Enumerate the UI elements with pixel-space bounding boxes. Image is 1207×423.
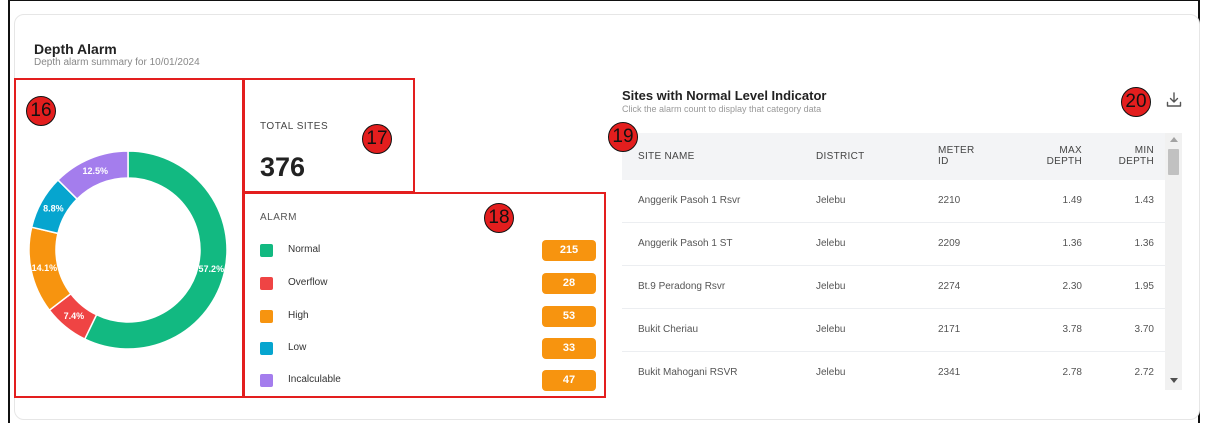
- donut-label-incalculable: 12.5%: [83, 166, 109, 176]
- alarm-name: Overflow: [288, 277, 328, 288]
- download-icon-svg: [1166, 92, 1182, 107]
- alarm-name: Incalculable: [288, 374, 341, 385]
- alarm-name: High: [288, 310, 309, 321]
- cell-site-name: Bt.9 Peradong Rsvr: [638, 281, 726, 292]
- column-header-meter-line1: METER: [938, 145, 975, 156]
- cell-min-depth: 2.72: [1134, 367, 1154, 378]
- cell-meter-id: 2274: [938, 281, 961, 292]
- table-row[interactable]: Anggerik Pasoh 1 Rsvr Jelebu 2210 1.49 1…: [622, 180, 1167, 223]
- column-header-max-depth[interactable]: MAX DEPTH: [1032, 145, 1082, 167]
- cell-meter-id: 2209: [938, 238, 961, 249]
- annotation-badge-20: 20: [1121, 87, 1151, 117]
- annotation-badge-18: 18: [484, 203, 514, 233]
- alarm-row-incalculable: Incalculable 47: [260, 370, 596, 392]
- page-subtitle: Depth alarm summary for 10/01/2024: [34, 57, 200, 68]
- cell-meter-id: 2210: [938, 195, 961, 206]
- table-row[interactable]: Bukit Mahogani RSVR Jelebu 2341 2.78 2.7…: [622, 352, 1167, 390]
- alarm-title: ALARM: [260, 212, 297, 223]
- alarm-count-button[interactable]: 215: [542, 240, 596, 261]
- cell-max-depth: 1.36: [1062, 238, 1082, 249]
- cell-max-depth: 2.30: [1062, 281, 1082, 292]
- alarm-row-high: High 53: [260, 306, 596, 328]
- annotation-badge-19: 19: [608, 122, 638, 152]
- cell-site-name: Bukit Cheriau: [638, 324, 699, 335]
- table-header: SITE NAME DISTRICT METER ID MAX DEPTH MI…: [622, 133, 1167, 180]
- cell-district: Jelebu: [816, 195, 846, 206]
- table-row[interactable]: Bt.9 Peradong Rsvr Jelebu 2274 2.30 1.95: [622, 266, 1167, 309]
- alarm-count-button[interactable]: 47: [542, 370, 596, 391]
- total-sites-value: 376: [260, 152, 306, 182]
- cell-max-depth: 1.49: [1062, 195, 1082, 206]
- cell-meter-id: 2341: [938, 367, 961, 378]
- sites-table-title: Sites with Normal Level Indicator: [622, 88, 827, 103]
- donut-label-low: 8.8%: [43, 203, 64, 213]
- column-header-district[interactable]: DISTRICT: [816, 151, 865, 162]
- column-header-min-line1: MIN: [1134, 145, 1154, 156]
- alarm-count-button[interactable]: 53: [542, 306, 596, 327]
- column-header-min-line2: DEPTH: [1118, 156, 1154, 167]
- column-header-max-line1: MAX: [1059, 145, 1082, 156]
- annotation-badge-17: 17: [362, 124, 392, 154]
- annotation-box-alarm: [243, 192, 606, 398]
- table-row[interactable]: Anggerik Pasoh 1 ST Jelebu 2209 1.36 1.3…: [622, 223, 1167, 266]
- cell-min-depth: 1.95: [1134, 281, 1154, 292]
- alarm-row-overflow: Overflow 28: [260, 273, 596, 295]
- legend-swatch: [260, 310, 273, 323]
- download-icon[interactable]: [1164, 90, 1184, 110]
- sites-table: SITE NAME DISTRICT METER ID MAX DEPTH MI…: [622, 133, 1182, 390]
- legend-swatch: [260, 342, 273, 355]
- cell-district: Jelebu: [816, 238, 846, 249]
- annotation-badge-16: 16: [26, 96, 56, 126]
- cell-max-depth: 3.78: [1062, 324, 1082, 335]
- cell-min-depth: 1.43: [1134, 195, 1154, 206]
- column-header-site-name[interactable]: SITE NAME: [638, 151, 695, 162]
- scrollbar-thumb[interactable]: [1168, 149, 1179, 175]
- alarm-name: Low: [288, 342, 307, 353]
- cell-district: Jelebu: [816, 281, 846, 292]
- cell-min-depth: 1.36: [1134, 238, 1154, 249]
- alarm-name: Normal: [288, 244, 321, 255]
- sites-table-subtitle: Click the alarm count to display that ca…: [622, 104, 822, 114]
- cell-min-depth: 3.70: [1134, 324, 1154, 335]
- table-row[interactable]: Bukit Cheriau Jelebu 2171 3.78 3.70: [622, 309, 1167, 352]
- alarm-row-low: Low 33: [260, 338, 596, 360]
- legend-swatch: [260, 374, 273, 387]
- donut-chart-svg: 57.2% 7.4% 14.1% 8.8% 12.5%: [28, 150, 228, 350]
- donut-label-normal: 57.2%: [199, 264, 225, 274]
- donut-label-high: 14.1%: [32, 263, 58, 273]
- alarm-row-normal: Normal 215: [260, 240, 596, 262]
- cell-district: Jelebu: [816, 324, 846, 335]
- alarm-count-button[interactable]: 28: [542, 273, 596, 294]
- total-sites-label: TOTAL SITES: [260, 121, 329, 132]
- column-header-meter-id[interactable]: METER ID: [938, 145, 975, 167]
- cell-site-name: Bukit Mahogani RSVR: [638, 367, 738, 378]
- cell-max-depth: 2.78: [1062, 367, 1082, 378]
- alarm-count-button[interactable]: 33: [542, 338, 596, 359]
- cell-district: Jelebu: [816, 367, 846, 378]
- scroll-down-arrow-icon[interactable]: [1170, 378, 1178, 383]
- column-header-max-line2: DEPTH: [1046, 156, 1082, 167]
- cell-site-name: Anggerik Pasoh 1 Rsvr: [638, 195, 741, 206]
- column-header-min-depth[interactable]: MIN DEPTH: [1102, 145, 1154, 167]
- scroll-up-arrow-icon[interactable]: [1170, 137, 1178, 142]
- legend-swatch: [260, 277, 273, 290]
- page-title: Depth Alarm: [34, 41, 117, 57]
- legend-swatch: [260, 244, 273, 257]
- cell-meter-id: 2171: [938, 324, 961, 335]
- donut-label-overflow: 7.4%: [64, 311, 85, 321]
- donut-chart: 57.2% 7.4% 14.1% 8.8% 12.5%: [14, 78, 244, 398]
- column-header-meter-line2: ID: [938, 156, 949, 167]
- cell-site-name: Anggerik Pasoh 1 ST: [638, 238, 733, 249]
